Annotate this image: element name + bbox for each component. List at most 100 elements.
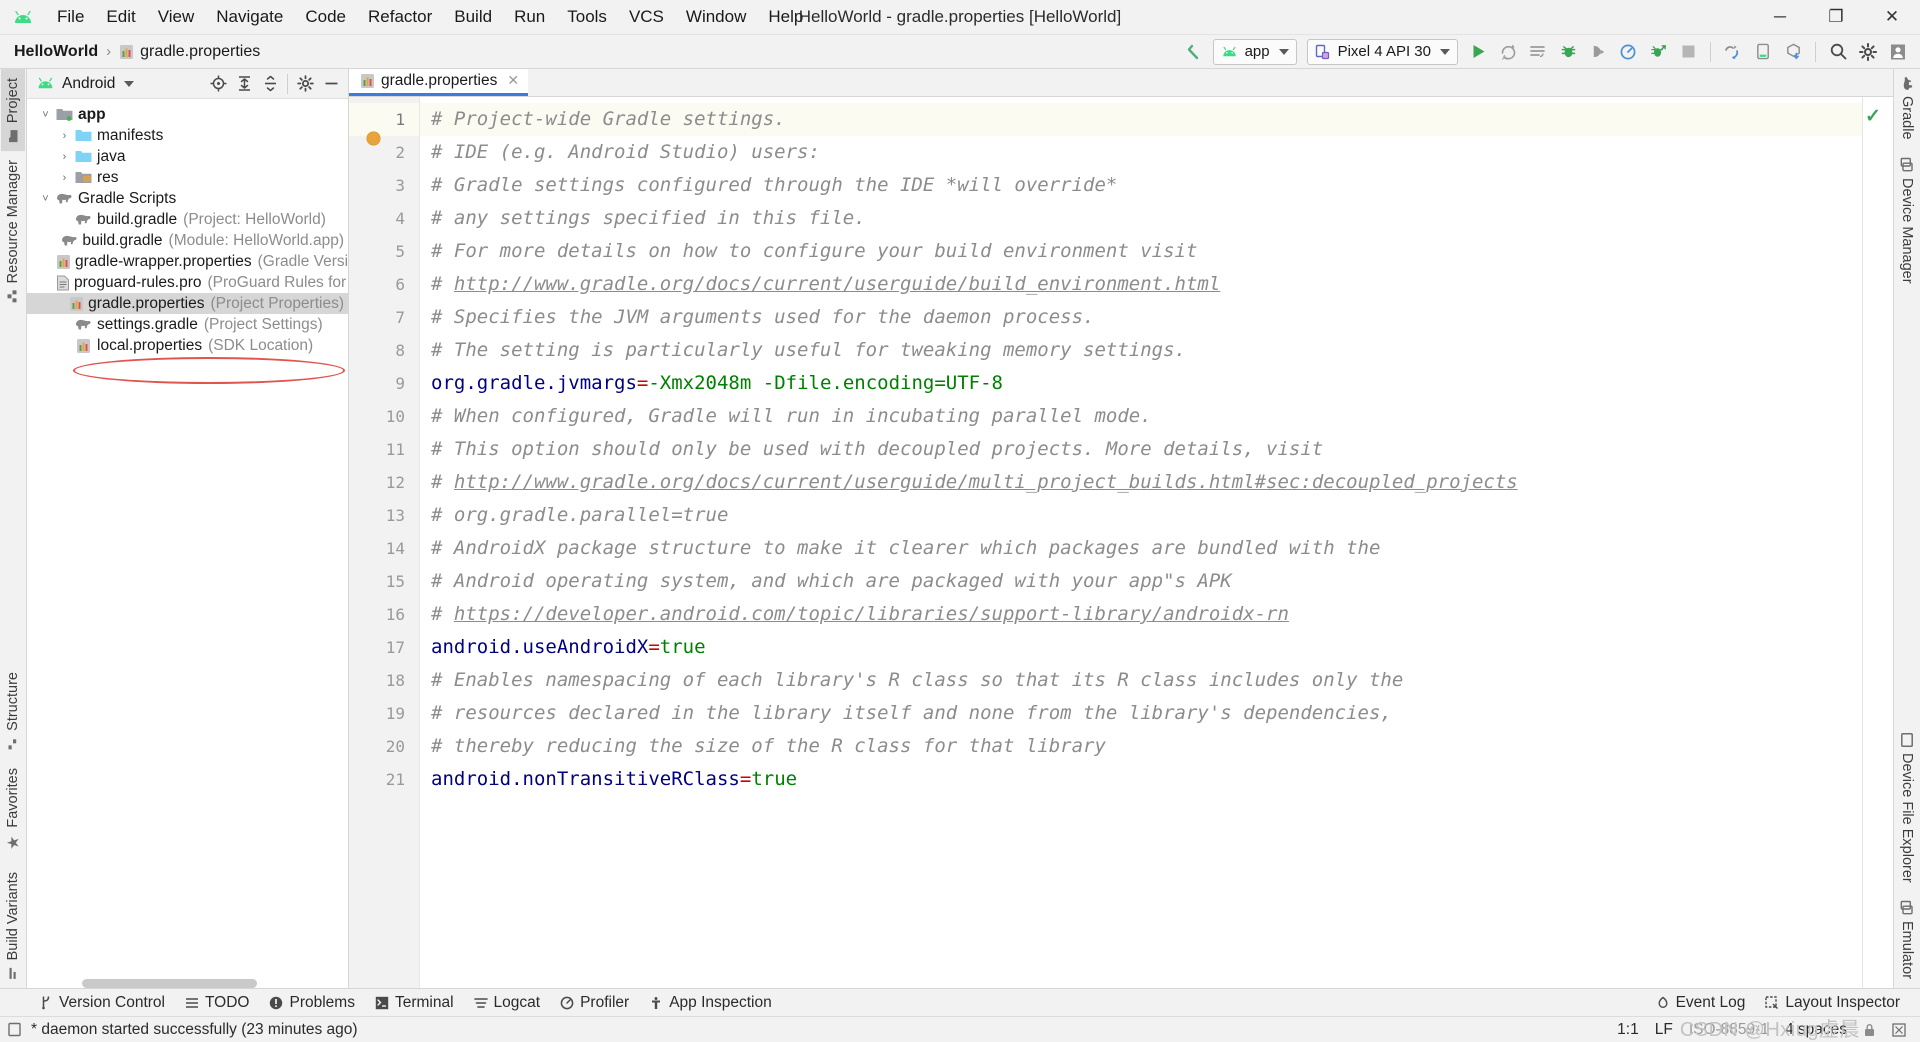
code-line[interactable]: # resources declared in the library itse…: [420, 697, 1862, 730]
menu-item-file[interactable]: File: [46, 3, 95, 31]
code-line[interactable]: # http://www.gradle.org/docs/current/use…: [420, 268, 1862, 301]
menu-item-code[interactable]: Code: [294, 3, 357, 31]
code-line[interactable]: # thereby reducing the size of the R cla…: [420, 730, 1862, 763]
code-line[interactable]: # Project-wide Gradle settings.: [420, 103, 1862, 136]
menu-item-vcs[interactable]: VCS: [618, 3, 675, 31]
chevron-right-icon[interactable]: ›: [56, 172, 73, 184]
tool-window-problems[interactable]: Problems: [259, 991, 364, 1015]
menu-item-refactor[interactable]: Refactor: [357, 3, 443, 31]
menu-item-edit[interactable]: Edit: [95, 3, 146, 31]
tree-row-build-gradle[interactable]: build.gradle (Module: HelloWorld.app): [27, 230, 348, 251]
lock-icon[interactable]: [1863, 1023, 1876, 1037]
menu-item-tools[interactable]: Tools: [556, 3, 618, 31]
tool-window-app-inspection[interactable]: App Inspection: [639, 991, 782, 1015]
caret-position[interactable]: 1:1: [1617, 1021, 1639, 1039]
code-line[interactable]: # http://www.gradle.org/docs/current/use…: [420, 466, 1862, 499]
code-line[interactable]: android.nonTransitiveRClass=true: [420, 763, 1862, 796]
sidebar-item-structure[interactable]: Structure: [1, 663, 25, 759]
code-line[interactable]: # Gradle settings configured through the…: [420, 169, 1862, 202]
tree-row-manifests[interactable]: › manifests: [27, 125, 348, 146]
code-line[interactable]: # org.gradle.parallel=true: [420, 499, 1862, 532]
settings-gear-icon[interactable]: [1854, 39, 1882, 65]
project-horizontal-scrollbar[interactable]: [27, 979, 348, 988]
code-line[interactable]: # IDE (e.g. Android Studio) users:: [420, 136, 1862, 169]
run-with-coverage-icon[interactable]: [1644, 39, 1672, 65]
sidebar-item-device-file-explorer[interactable]: Device File Explorer: [1895, 725, 1919, 892]
chevron-down-icon[interactable]: ˅: [37, 109, 54, 121]
tree-row-gradle-scripts[interactable]: ˅ Gradle Scripts: [27, 188, 348, 209]
intention-bulb-icon[interactable]: [367, 132, 380, 145]
chevron-right-icon[interactable]: ›: [56, 130, 73, 142]
code-line[interactable]: # AndroidX package structure to make it …: [420, 532, 1862, 565]
breadcrumb-project[interactable]: HelloWorld: [14, 43, 98, 61]
tool-window-terminal[interactable]: Terminal: [365, 991, 464, 1015]
scroll-from-source-icon[interactable]: [206, 72, 230, 96]
menu-item-window[interactable]: Window: [675, 3, 757, 31]
gear-icon[interactable]: [293, 72, 317, 96]
maximize-button[interactable]: ❐: [1808, 0, 1864, 34]
code-link[interactable]: http://www.gradle.org/docs/current/userg…: [454, 471, 1518, 493]
file-encoding[interactable]: ISO-8859-1: [1689, 1021, 1769, 1039]
tree-row-java[interactable]: › java: [27, 146, 348, 167]
sdk-manager-icon[interactable]: [1779, 39, 1807, 65]
code-line[interactable]: # This option should only be used with d…: [420, 433, 1862, 466]
breadcrumb-file[interactable]: gradle.properties: [140, 43, 260, 61]
project-view-selector-label[interactable]: Android: [62, 75, 115, 93]
profiler-icon[interactable]: [1614, 39, 1642, 65]
tool-window-todo[interactable]: TODO: [175, 991, 260, 1015]
code-line[interactable]: android.useAndroidX=true: [420, 631, 1862, 664]
tree-row-gradle-properties[interactable]: gradle.properties (Project Properties): [27, 293, 348, 314]
editor-vertical-scrollbar[interactable]: [1880, 97, 1893, 988]
hide-panel-icon[interactable]: [319, 72, 343, 96]
close-icon[interactable]: ✕: [507, 72, 519, 89]
line-separator[interactable]: LF: [1655, 1021, 1673, 1039]
tree-row-settings-gradle[interactable]: settings.gradle (Project Settings): [27, 314, 348, 335]
editor-tab-gradle-properties[interactable]: gradle.properties ✕: [349, 68, 529, 96]
expand-all-icon[interactable]: [232, 72, 256, 96]
menu-item-view[interactable]: View: [147, 3, 206, 31]
attach-debugger-icon[interactable]: [1584, 39, 1612, 65]
code-line[interactable]: # Enables namespacing of each library's …: [420, 664, 1862, 697]
run-button-icon[interactable]: [1464, 39, 1492, 65]
collapse-all-icon[interactable]: [258, 72, 282, 96]
code-line[interactable]: # any settings specified in this file.: [420, 202, 1862, 235]
user-account-icon[interactable]: [1884, 39, 1912, 65]
status-message[interactable]: * daemon started successfully (23 minute…: [31, 1021, 358, 1039]
code-content[interactable]: # Project-wide Gradle settings. # IDE (e.…: [419, 97, 1862, 988]
code-link[interactable]: https://developer.android.com/topic/libr…: [454, 603, 1289, 625]
menu-item-build[interactable]: Build: [443, 3, 503, 31]
chevron-down-icon[interactable]: ˅: [37, 193, 54, 205]
menu-item-navigate[interactable]: Navigate: [205, 3, 294, 31]
code-line[interactable]: org.gradle.jvmargs=-Xmx2048m -Dfile.enco…: [420, 367, 1862, 400]
stop-icon[interactable]: [1674, 39, 1702, 65]
code-line[interactable]: # When configured, Gradle will run in in…: [420, 400, 1862, 433]
tool-window-logcat[interactable]: Logcat: [464, 991, 551, 1015]
menu-item-help[interactable]: Help: [757, 3, 814, 31]
debug-icon[interactable]: [1554, 39, 1582, 65]
chevron-right-icon[interactable]: ›: [56, 151, 73, 163]
sidebar-item-build-variants[interactable]: Build Variants: [1, 863, 25, 988]
sidebar-item-resource-manager[interactable]: Resource Manager: [1, 151, 25, 311]
run-configuration-selector[interactable]: app: [1212, 38, 1297, 65]
sidebar-item-emulator[interactable]: Emulator: [1895, 892, 1919, 988]
memory-indicator-icon[interactable]: [1892, 1022, 1906, 1037]
minimize-button[interactable]: ─: [1752, 0, 1808, 34]
code-link[interactable]: http://www.gradle.org/docs/current/userg…: [454, 273, 1220, 295]
indent-setting[interactable]: 4 spaces: [1785, 1021, 1847, 1039]
apply-changes-icon[interactable]: A: [1494, 39, 1522, 65]
avd-manager-icon[interactable]: [1749, 39, 1777, 65]
search-icon[interactable]: [1824, 39, 1852, 65]
tree-row-local-properties[interactable]: local.properties (SDK Location): [27, 335, 348, 356]
code-line[interactable]: # The setting is particularly useful for…: [420, 334, 1862, 367]
code-line[interactable]: # Specifies the JVM arguments used for t…: [420, 301, 1862, 334]
close-button[interactable]: ✕: [1864, 0, 1920, 34]
code-editor[interactable]: 1 2 3 4 5 6 7 8 9 10 11 12 13 14 15 16 17 18 19 20 21 # Proj…: [349, 97, 1893, 988]
code-line[interactable]: # Android operating system, and which ar…: [420, 565, 1862, 598]
menu-item-run[interactable]: Run: [503, 3, 556, 31]
tree-row-build-gradle[interactable]: build.gradle (Project: HelloWorld): [27, 209, 348, 230]
tool-window-version-control[interactable]: Version Control: [30, 991, 175, 1015]
tool-window-event-log[interactable]: Event Log: [1646, 991, 1756, 1015]
tool-window-profiler[interactable]: Profiler: [550, 991, 639, 1015]
code-line[interactable]: # https://developer.android.com/topic/li…: [420, 598, 1862, 631]
inspection-marker-gutter[interactable]: ✓: [1862, 97, 1881, 988]
